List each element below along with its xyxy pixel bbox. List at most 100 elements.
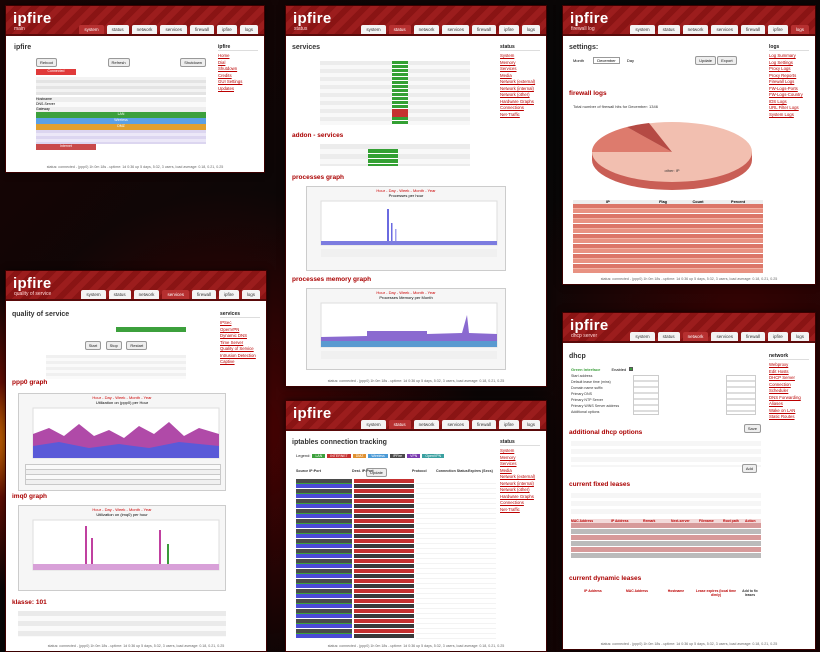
tab-logs[interactable]: logs (241, 290, 260, 299)
ppp0-legend-table (25, 464, 221, 485)
tab-firewall[interactable]: firewall (189, 25, 214, 34)
tab-services[interactable]: services (711, 25, 738, 34)
sidebar-item-captive[interactable]: Captive (220, 359, 260, 366)
tab-ipfire[interactable]: ipfire (498, 25, 519, 34)
sidebar-item-net-traffic[interactable]: Net-Traffic (500, 507, 540, 514)
brand-subtitle: status (294, 26, 308, 32)
col-count: Count (692, 200, 704, 204)
tab-status[interactable]: status (106, 25, 129, 34)
tab-network[interactable]: network (682, 332, 709, 341)
dhcp-inputs-column-right[interactable] (726, 375, 756, 415)
tab-network[interactable]: network (413, 420, 440, 429)
tab-services[interactable]: services (442, 420, 469, 429)
page-title: ipfire (14, 44, 32, 51)
tab-system[interactable]: system (79, 25, 104, 34)
tab-ipfire[interactable]: ipfire (218, 290, 239, 299)
fixed-leases-header: MAC Address IP Address Remark Next-serve… (571, 519, 761, 523)
col-dest: Dest. IP:Port (352, 469, 374, 473)
tab-system[interactable]: system (81, 290, 106, 299)
tab-services[interactable]: services (162, 290, 189, 299)
sidebar-item-conn-scheduler[interactable]: Connection Scheduler (769, 382, 809, 395)
conntrack-header: Source IP:Port Dest. IP:Port Protocol Co… (296, 469, 496, 473)
panel-firewall-logs: ipfire firewall log system status networ… (562, 5, 816, 285)
tab-services[interactable]: services (711, 332, 738, 341)
sidebar-title: status (500, 44, 540, 51)
fixed-leases-table: MAC Address IP Address Remark Next-serve… (571, 519, 761, 559)
tab-firewall[interactable]: firewall (740, 332, 765, 341)
graph-heading: Processes per hour (388, 193, 424, 198)
col-expires: Expires (Secs) (468, 469, 493, 473)
tab-status[interactable]: status (657, 25, 680, 34)
sidebar-item-net-traffic[interactable]: Net-Traffic (500, 112, 540, 119)
legend-openvpn: OpenVPN (422, 453, 445, 458)
tab-system[interactable]: system (630, 332, 655, 341)
sidebar-title: ipfire (218, 44, 258, 51)
refresh-button[interactable]: Refresh (107, 58, 130, 67)
export-button[interactable]: Export (717, 56, 737, 65)
sidebar-item-net-external[interactable]: Network (external) (500, 79, 540, 86)
graph-heading: Processes Memory per Month (379, 295, 433, 300)
col-flag: Flag (659, 200, 667, 204)
tab-ipfire[interactable]: ipfire (498, 420, 519, 429)
tab-network[interactable]: network (133, 290, 160, 299)
shutdown-button[interactable]: Shutdown (180, 58, 206, 67)
qos-start-button[interactable]: Start (84, 341, 102, 350)
col-dyn-expires: Lease expires (local time d/m/y) (695, 589, 737, 597)
tab-status[interactable]: status (657, 332, 680, 341)
tab-network[interactable]: network (131, 25, 158, 34)
tab-logs[interactable]: logs (790, 332, 809, 341)
tab-system[interactable]: system (361, 25, 386, 34)
processes-graph-title: processes graph (292, 174, 345, 181)
enabled-checkbox[interactable] (629, 367, 634, 371)
tab-firewall[interactable]: firewall (740, 25, 765, 34)
firewall-pie-chart: other: IP (591, 122, 752, 190)
sidebar-item-static-routes[interactable]: Static Routes (769, 414, 809, 421)
log-settings-form: Month December Day Update Export (573, 56, 763, 65)
tab-network[interactable]: network (413, 25, 440, 34)
tab-logs[interactable]: logs (521, 420, 540, 429)
tab-services[interactable]: services (160, 25, 187, 34)
imq0-graph: Hour - Day - Week - Month - Year Utiliza… (18, 505, 226, 591)
update-button[interactable]: Update (695, 56, 716, 65)
addon-running-cells (368, 149, 398, 166)
tab-logs[interactable]: logs (790, 25, 809, 34)
chart-legend-block (321, 249, 497, 257)
tab-firewall[interactable]: firewall (471, 420, 496, 429)
tab-logs[interactable]: logs (521, 25, 540, 34)
chart-baseline-area (321, 241, 497, 245)
tab-firewall[interactable]: firewall (191, 290, 216, 299)
tab-status[interactable]: status (108, 290, 131, 299)
main-tabs: system status network services firewall … (361, 420, 540, 429)
col-ip: IP Address (611, 519, 629, 523)
reboot-button[interactable]: Reboot (36, 58, 57, 67)
legend-internet: INTERNET (327, 453, 351, 458)
dhcp-inputs-column[interactable] (633, 375, 659, 415)
add-option-button[interactable]: Add (741, 464, 757, 473)
qos-stop-button[interactable]: Stop (105, 341, 122, 350)
tab-firewall[interactable]: firewall (471, 25, 496, 34)
tab-ipfire[interactable]: ipfire (216, 25, 237, 34)
tab-system[interactable]: system (630, 25, 655, 34)
sidebar: status System Memory Services Media Netw… (500, 44, 540, 118)
sidebar-item-system-logs[interactable]: System Logs (769, 112, 809, 119)
tab-services[interactable]: services (442, 25, 469, 34)
sidebar-title: services (220, 311, 260, 318)
panel-header: ipfire main system status network servic… (6, 6, 264, 36)
month-select[interactable]: December (593, 57, 620, 64)
hits-table-header: IP Flag Count Percent (573, 200, 763, 204)
sidebar-item-net-external[interactable]: Network (external) (500, 474, 540, 481)
sidebar-item-updates[interactable]: Updates (218, 86, 258, 93)
tab-status[interactable]: status (388, 25, 411, 34)
panel-header: ipfire firewall log system status networ… (563, 6, 815, 36)
tab-status[interactable]: status (388, 420, 411, 429)
col-dyn-mac: MAC Address (625, 589, 649, 593)
tab-network[interactable]: network (682, 25, 709, 34)
tab-ipfire[interactable]: ipfire (767, 25, 788, 34)
qos-restart-button[interactable]: Restart (126, 341, 148, 350)
addon-services-table (320, 144, 470, 166)
tab-ipfire[interactable]: ipfire (767, 332, 788, 341)
save-button[interactable]: Save (743, 424, 761, 433)
tab-logs[interactable]: logs (239, 25, 258, 34)
panel-qos: ipfire quality of service system status … (5, 270, 267, 652)
tab-system[interactable]: system (361, 420, 386, 429)
